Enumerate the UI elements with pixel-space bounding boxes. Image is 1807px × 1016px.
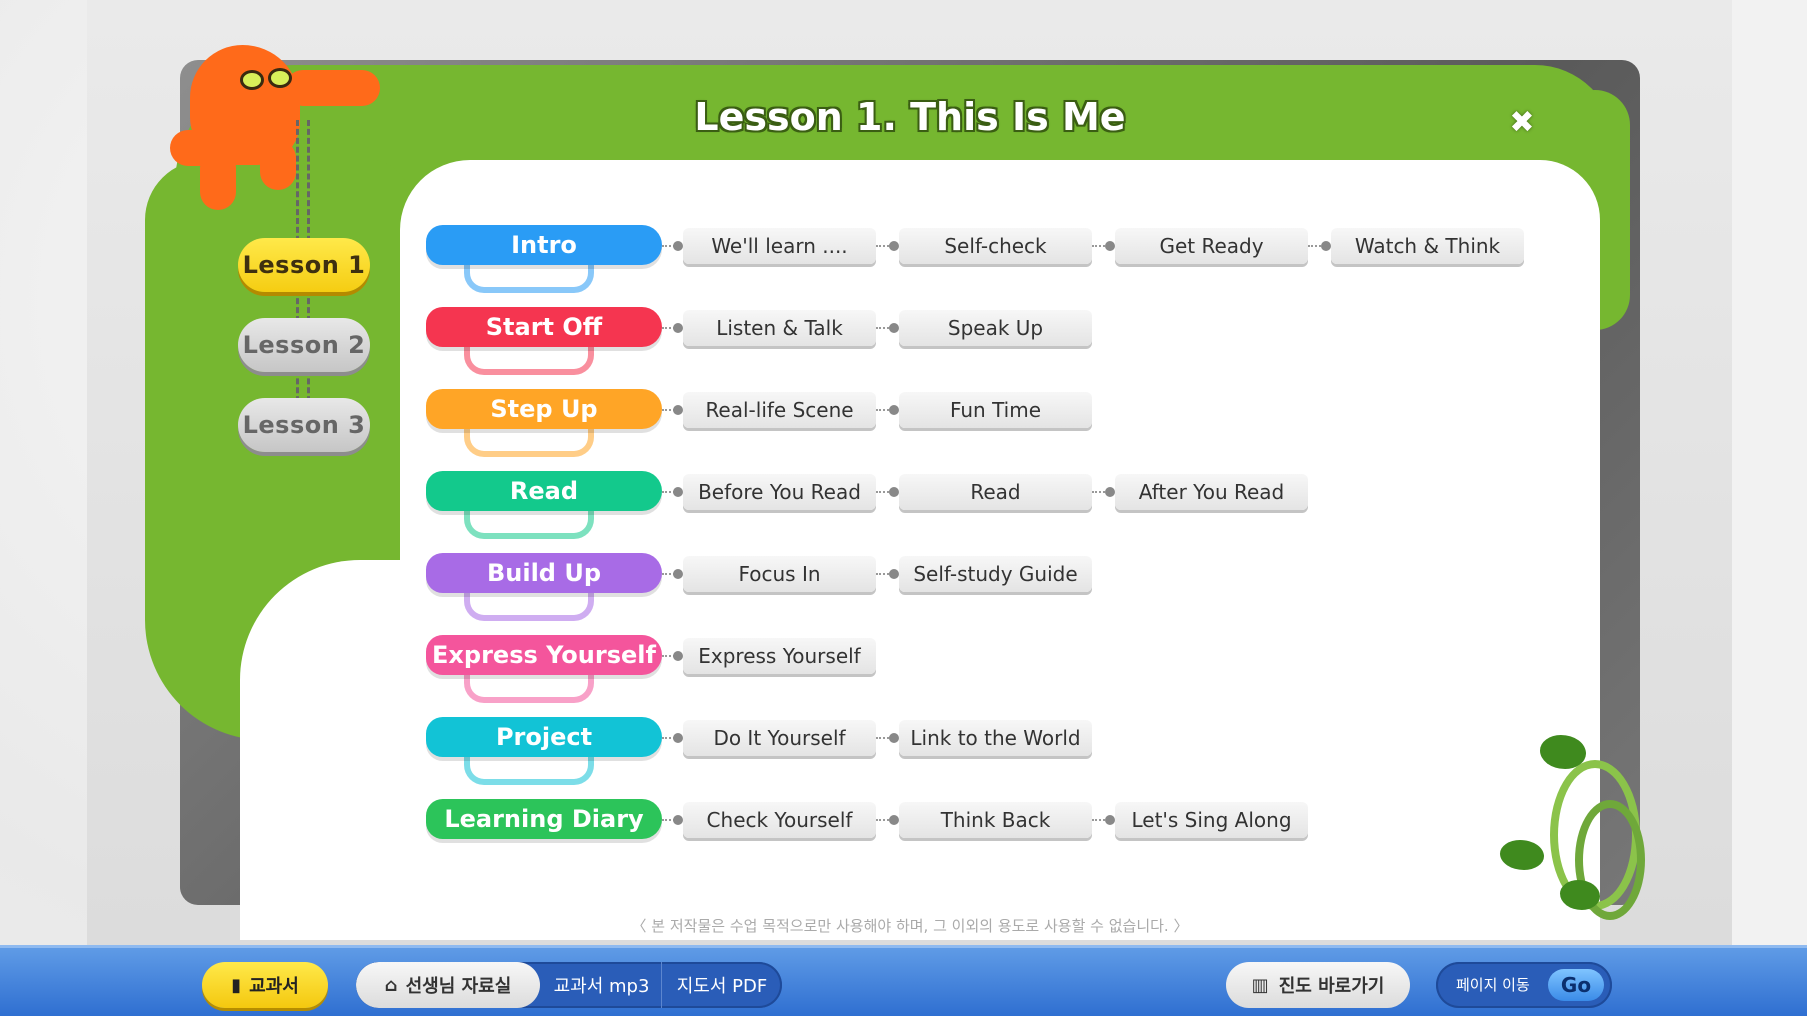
section-button-4[interactable]: Read (426, 471, 662, 511)
activity-button[interactable]: We'll learn .... (683, 228, 876, 264)
lesson-tab-3[interactable]: Lesson 3 (238, 398, 370, 452)
activity-button[interactable]: Before You Read (683, 474, 876, 510)
guide-pdf-button[interactable]: 지도서 PDF (662, 962, 782, 1008)
textbook-button[interactable]: ▮ 교과서 (202, 962, 328, 1008)
link-dot (673, 733, 683, 743)
section-button-3[interactable]: Step Up (426, 389, 662, 429)
section-button-1[interactable]: Intro (426, 225, 662, 265)
page-move-control: 페이지 이동 Go (1436, 962, 1612, 1008)
copyright-notice: 〈 본 저작물은 수업 목적으로만 사용해야 하며, 그 이외의 용도로 사용할… (631, 917, 1189, 935)
activity-button[interactable]: Listen & Talk (683, 310, 876, 346)
activity-button[interactable]: Watch & Think (1331, 228, 1524, 264)
link-dot (673, 405, 683, 415)
activity-button[interactable]: Speak Up (899, 310, 1092, 346)
link-dot (889, 487, 899, 497)
link-dot (889, 569, 899, 579)
page-title: Lesson 1. This Is Me (694, 95, 1126, 139)
link-dot (889, 733, 899, 743)
activity-button[interactable]: Self-check (899, 228, 1092, 264)
link-dot (889, 405, 899, 415)
activity-button[interactable]: Focus In (683, 556, 876, 592)
progress-shortcut-label: 진도 바로가기 (1278, 976, 1385, 997)
activity-button[interactable]: Link to the World (899, 720, 1092, 756)
activity-button[interactable]: Let's Sing Along (1115, 802, 1308, 838)
activity-button[interactable]: Self-study Guide (899, 556, 1092, 592)
section-button-7[interactable]: Project (426, 717, 662, 757)
link-dot (1105, 815, 1115, 825)
book-icon: ▮ (231, 974, 242, 996)
textbook-label: 교과서 (249, 976, 299, 997)
activity-button[interactable]: Real-life Scene (683, 392, 876, 428)
activity-button[interactable]: Get Ready (1115, 228, 1308, 264)
activity-button[interactable]: Think Back (899, 802, 1092, 838)
section-button-2[interactable]: Start Off (426, 307, 662, 347)
link-dot (673, 815, 683, 825)
link-dot (889, 323, 899, 333)
go-button[interactable]: Go (1548, 969, 1604, 1001)
link-dot (889, 241, 899, 251)
books-icon: ▥ (1251, 974, 1269, 996)
activity-button[interactable]: Express Yourself (683, 638, 876, 674)
textbook-mp3-button[interactable]: 교과서 mp3 (542, 962, 662, 1008)
activity-button[interactable]: After You Read (1115, 474, 1308, 510)
section-button-5[interactable]: Build Up (426, 553, 662, 593)
activity-button[interactable]: Check Yourself (683, 802, 876, 838)
teacher-materials-button[interactable]: ⌂ 선생님 자료실 (356, 962, 540, 1008)
section-button-6[interactable]: Express Yourself (426, 635, 662, 675)
progress-shortcut-button[interactable]: ▥ 진도 바로가기 (1226, 962, 1410, 1008)
link-dot (889, 815, 899, 825)
lesson-tab-2[interactable]: Lesson 2 (238, 318, 370, 372)
page-move-label: 페이지 이동 (1456, 976, 1530, 994)
link-dot (673, 241, 683, 251)
teacher-materials-label: 선생님 자료실 (405, 976, 512, 997)
activity-button[interactable]: Do It Yourself (683, 720, 876, 756)
link-dot (673, 569, 683, 579)
section-button-8[interactable]: Learning Diary (426, 799, 662, 839)
link-dot (1105, 487, 1115, 497)
link-dot (673, 323, 683, 333)
tray-icon: ⌂ (384, 974, 398, 996)
link-dot (673, 487, 683, 497)
link-dot (1105, 241, 1115, 251)
link-dot (1321, 241, 1331, 251)
close-icon[interactable]: ✖ (1505, 106, 1539, 140)
materials-group: ⌂ 선생님 자료실 교과서 mp3 지도서 PDF (356, 962, 782, 1008)
activity-button[interactable]: Fun Time (899, 392, 1092, 428)
lesson-tab-1[interactable]: Lesson 1 (238, 238, 370, 292)
link-dot (673, 651, 683, 661)
activity-button[interactable]: Read (899, 474, 1092, 510)
